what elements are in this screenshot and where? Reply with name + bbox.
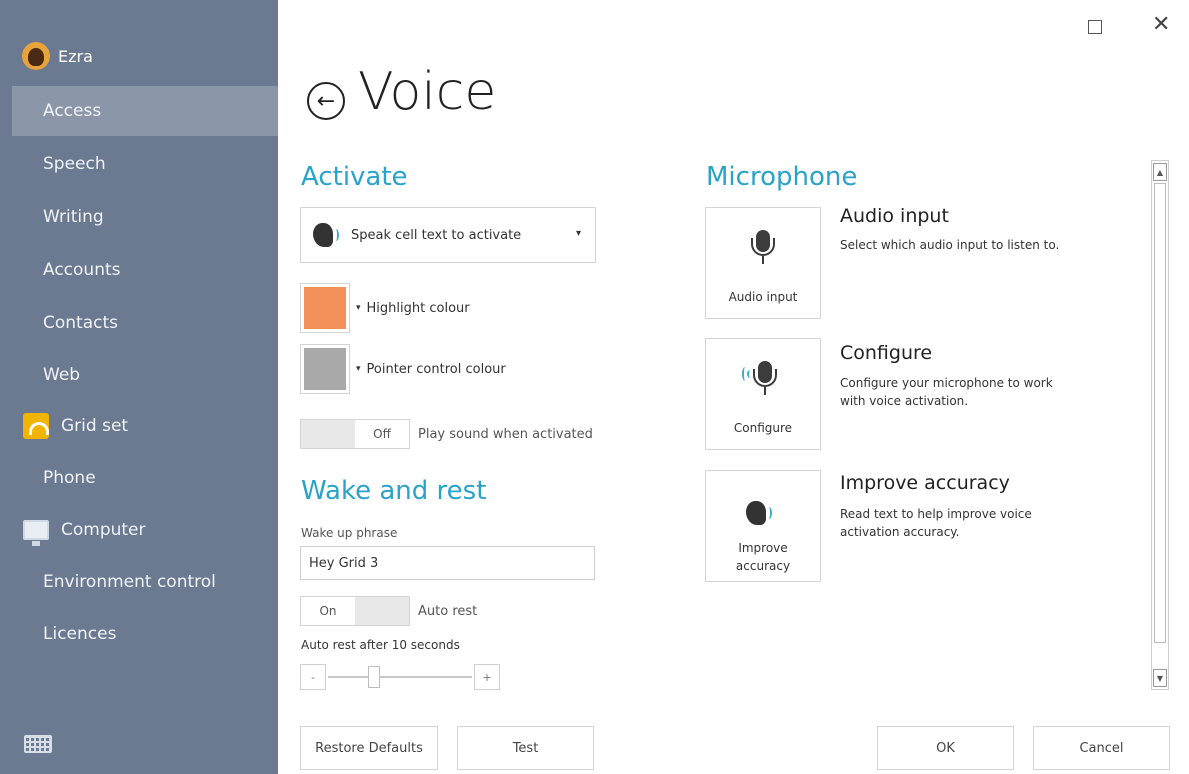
test-button[interactable]: Test	[457, 726, 594, 770]
chevron-down-icon[interactable]: ▾	[356, 364, 361, 374]
auto-rest-slider[interactable]: - +	[300, 664, 500, 690]
wake-phrase-input[interactable]	[300, 546, 595, 580]
highlight-colour-swatch	[304, 287, 346, 329]
toggle-on-area	[355, 597, 409, 625]
scroll-down-button[interactable]: ▼	[1153, 669, 1167, 687]
sidebar-item-licences[interactable]: Licences	[12, 609, 278, 659]
auto-rest-duration-label: Auto rest after 10 seconds	[301, 638, 460, 652]
sidebar-item-label: Accounts	[43, 260, 121, 280]
cancel-button[interactable]: Cancel	[1033, 726, 1170, 770]
sidebar-item-label: Writing	[43, 207, 104, 227]
pointer-colour-swatch	[304, 348, 346, 390]
grid-set-icon	[21, 413, 51, 439]
dropdown-value: Speak cell text to activate	[351, 227, 522, 243]
play-sound-label: Play sound when activated	[418, 427, 593, 442]
sidebar-item-environment-control[interactable]: Environment control	[12, 557, 278, 607]
scroll-up-button[interactable]: ▲	[1153, 163, 1167, 181]
sidebar-item-label: Computer	[61, 520, 146, 540]
auto-rest-toggle[interactable]: On	[300, 596, 410, 626]
sidebar-item-label: Licences	[43, 624, 117, 644]
sidebar-item-contacts[interactable]: Contacts	[12, 298, 278, 348]
sidebar-item-label: Environment control	[43, 572, 216, 592]
pointer-colour-label: Pointer control colour	[366, 361, 506, 377]
sidebar-item-label: Contacts	[43, 313, 118, 333]
tile-label: Configure	[733, 421, 793, 435]
sidebar-item-label: Speech	[43, 154, 106, 174]
chevron-down-icon: ▾	[575, 228, 581, 239]
configure-title: Configure	[840, 342, 933, 364]
slider-thumb[interactable]	[368, 666, 380, 688]
audio-input-tile[interactable]: Audio input	[705, 207, 821, 319]
slider-track[interactable]	[328, 676, 472, 678]
configure-description: Configure your microphone to work with v…	[840, 376, 1053, 408]
sidebar-item-writing[interactable]: Writing	[12, 192, 278, 242]
maximize-button[interactable]	[1088, 20, 1102, 34]
sidebar-item-web[interactable]: Web	[12, 350, 278, 400]
play-sound-toggle[interactable]: Off	[300, 419, 410, 449]
sidebar-item-label: Web	[43, 365, 81, 385]
sidebar-item-access[interactable]: Access	[12, 86, 278, 136]
sidebar-item-phone[interactable]: Phone	[12, 453, 278, 503]
back-arrow-icon[interactable]: ←	[307, 82, 345, 120]
highlight-colour-label: Highlight colour	[366, 300, 470, 316]
user-name: Ezra	[58, 46, 93, 66]
page-title: Voice	[358, 62, 497, 122]
computer-icon	[21, 518, 51, 546]
wake-and-rest-heading: Wake and rest	[301, 476, 487, 506]
pointer-colour-row: ▾ Pointer control colour	[300, 344, 506, 394]
sidebar: Ezra Access Speech Writing Accounts Cont…	[0, 0, 278, 774]
activation-method-dropdown[interactable]: Speak cell text to activate ▾	[300, 207, 596, 263]
highlight-colour-picker[interactable]	[300, 283, 350, 333]
sidebar-item-label: Access	[43, 101, 102, 121]
keyboard-icon[interactable]	[24, 735, 52, 753]
sidebar-item-computer[interactable]: Computer	[12, 505, 278, 555]
toggle-off-area	[301, 420, 355, 448]
speaking-head-icon	[313, 221, 339, 249]
slider-decrease-button[interactable]: -	[300, 664, 326, 690]
sidebar-item-label: Grid set	[61, 416, 129, 436]
ok-button[interactable]: OK	[877, 726, 1014, 770]
improve-accuracy-tile[interactable]: Improve accuracy	[705, 470, 821, 582]
tile-label: Improve accuracy	[735, 541, 791, 573]
highlight-colour-row: ▾ Highlight colour	[300, 283, 470, 333]
restore-defaults-button[interactable]: Restore Defaults	[300, 726, 438, 770]
audio-input-title: Audio input	[840, 205, 949, 227]
vertical-scrollbar[interactable]: ▲ ▼	[1151, 160, 1169, 690]
sidebar-item-label: Phone	[43, 468, 96, 488]
avatar	[22, 42, 50, 70]
tile-label: Audio input	[728, 290, 798, 304]
sidebar-item-speech[interactable]: Speech	[12, 139, 278, 189]
scrollbar-thumb[interactable]	[1154, 183, 1166, 643]
toggle-state: Off	[373, 427, 391, 441]
auto-rest-label: Auto rest	[418, 604, 478, 619]
microphone-heading: Microphone	[706, 162, 858, 192]
user-profile[interactable]: Ezra	[22, 42, 93, 70]
sidebar-item-grid-set[interactable]: Grid set	[12, 401, 278, 451]
slider-increase-button[interactable]: +	[474, 664, 500, 690]
sidebar-item-accounts[interactable]: Accounts	[12, 245, 278, 295]
wake-phrase-label: Wake up phrase	[301, 526, 398, 540]
chevron-down-icon[interactable]: ▾	[356, 303, 361, 313]
activate-heading: Activate	[301, 162, 408, 192]
close-button[interactable]: ✕	[1152, 12, 1170, 37]
configure-tile[interactable]: Configure	[705, 338, 821, 450]
improve-accuracy-title: Improve accuracy	[840, 472, 1010, 494]
speaking-head-icon	[746, 499, 772, 527]
pointer-colour-picker[interactable]	[300, 344, 350, 394]
audio-input-description: Select which audio input to listen to.	[840, 238, 1060, 252]
improve-accuracy-description: Read text to help improve voice activati…	[840, 507, 1032, 539]
toggle-state: On	[319, 604, 337, 618]
